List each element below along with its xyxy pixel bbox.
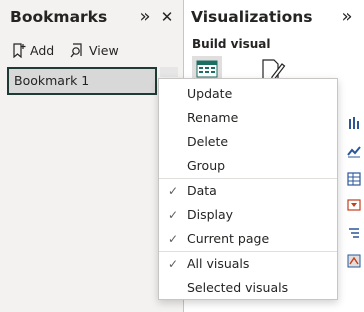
bookmark-context-menu: Update Rename Delete Group ✓ Data ✓ Displa… [158, 78, 338, 300]
menu-item-current-page[interactable]: ✓ Current page [159, 227, 337, 251]
view-button[interactable]: View [70, 43, 119, 58]
add-bookmark-icon [13, 43, 26, 58]
menu-item-rename[interactable]: Rename [159, 106, 337, 130]
view-label: View [89, 43, 119, 58]
check-icon: ✓ [168, 208, 179, 222]
menu-item-label: Selected visuals [187, 280, 289, 295]
check-icon: ✓ [168, 184, 179, 198]
menu-item-display[interactable]: ✓ Display [159, 203, 337, 227]
menu-item-label: Data [187, 183, 217, 198]
visual-type-matrix-icon[interactable] [345, 170, 363, 188]
visual-type-filter-icon[interactable] [345, 224, 363, 242]
menu-item-label: Group [187, 158, 226, 173]
bookmark-item[interactable]: Bookmark 1 [7, 67, 157, 95]
visual-type-line-chart-icon[interactable] [345, 142, 363, 160]
menu-item-label: Update [187, 86, 233, 101]
bookmarks-title: Bookmarks [10, 8, 108, 26]
menu-item-selected-visuals[interactable]: Selected visuals [159, 276, 337, 300]
menu-item-group[interactable]: Group [159, 154, 337, 178]
add-bookmark-button[interactable]: Add [12, 43, 54, 58]
menu-item-data[interactable]: ✓ Data [159, 179, 337, 203]
menu-item-label: Delete [187, 134, 229, 149]
collapse-visualizations-button[interactable]: » [338, 8, 356, 26]
menu-item-label: Display [187, 207, 234, 222]
check-icon: ✓ [168, 232, 179, 246]
visual-type-funnel-icon[interactable] [345, 196, 363, 214]
menu-item-label: Rename [187, 110, 239, 125]
close-bookmarks-button[interactable]: ✕ [158, 8, 176, 26]
view-icon [70, 43, 82, 58]
visual-type-custom-icon[interactable] [345, 252, 363, 270]
bookmark-item-label: Bookmark 1 [14, 73, 90, 88]
table-visual-icon [196, 60, 218, 78]
bookmark-more-area [160, 67, 178, 77]
menu-item-update[interactable]: Update [159, 82, 337, 106]
bookmarks-pane: Bookmarks » ✕ Add View Bookmark 1 [0, 0, 184, 312]
visual-type-bar-chart-icon[interactable] [345, 114, 363, 132]
add-bookmark-label: Add [30, 43, 55, 58]
menu-item-all-visuals[interactable]: ✓ All visuals [159, 252, 337, 276]
collapse-bookmarks-button[interactable]: » [136, 8, 154, 26]
menu-item-label: Current page [187, 231, 270, 246]
menu-item-label: All visuals [187, 256, 250, 271]
check-icon: ✓ [168, 257, 179, 271]
menu-item-delete[interactable]: Delete [159, 130, 337, 154]
build-visual-label: Build visual [192, 37, 271, 51]
visualizations-title: Visualizations [191, 8, 313, 26]
